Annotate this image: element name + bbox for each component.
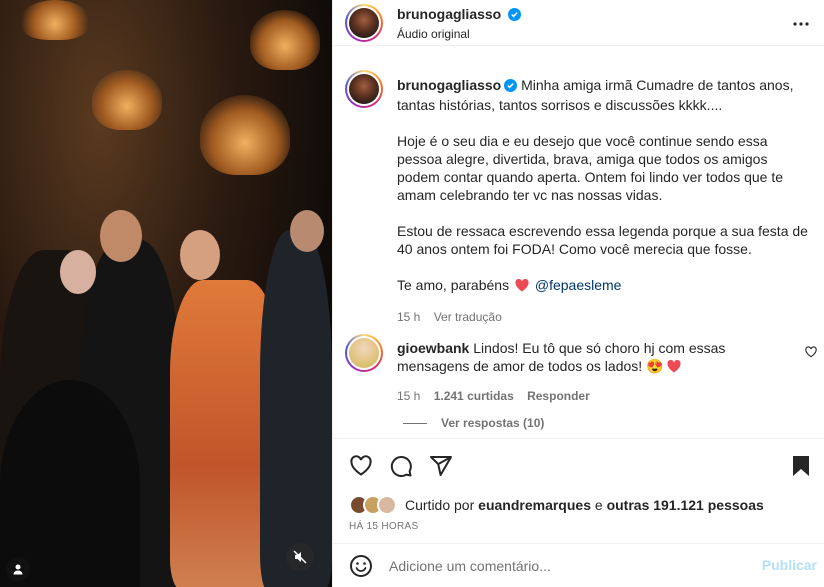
- comment-like-icon[interactable]: [805, 345, 819, 359]
- commenter-username[interactable]: gioewbank: [397, 340, 469, 356]
- caption-username[interactable]: brunogagliasso: [397, 77, 501, 93]
- audio-label[interactable]: Áudio original: [397, 27, 470, 41]
- post-caption: brunogagliasso Minha amiga irmã Cumadre …: [397, 76, 809, 326]
- share-icon[interactable]: [429, 454, 453, 478]
- author-avatar[interactable]: [345, 4, 383, 42]
- liked-by-text: Curtido por euandremarques e outras 191.…: [405, 497, 764, 513]
- see-translation-link[interactable]: Ver tradução: [434, 310, 502, 324]
- verified-icon: [504, 78, 518, 96]
- author-username[interactable]: brunogagliasso: [397, 6, 501, 22]
- liked-by-row: Curtido por euandremarques e outras 191.…: [349, 495, 764, 515]
- like-icon[interactable]: [349, 454, 373, 478]
- comment-time[interactable]: 15 h: [397, 389, 420, 403]
- face-decor: [180, 230, 220, 280]
- face-decor: [290, 210, 324, 252]
- comment-likes[interactable]: 1.241 curtidas: [434, 389, 514, 403]
- caption-author-avatar[interactable]: [345, 70, 383, 108]
- face-decor: [60, 250, 96, 294]
- post-header: brunogagliasso Áudio original: [333, 0, 824, 46]
- commenter-avatar[interactable]: [345, 334, 383, 372]
- crowd-figure: [0, 380, 140, 587]
- lamp-decor: [20, 0, 90, 40]
- reply-button[interactable]: Responder: [527, 389, 590, 403]
- post-media[interactable]: [0, 0, 332, 587]
- emoji-icon[interactable]: [349, 554, 373, 578]
- liked-by-prefix: Curtido por: [405, 497, 475, 513]
- user-tag-icon[interactable]: [6, 557, 30, 581]
- heart-emoji-icon: [515, 278, 529, 296]
- caption-paragraph-3: Estou de ressaca escrevendo essa legenda…: [397, 223, 808, 257]
- publish-button[interactable]: Publicar: [762, 557, 817, 573]
- liked-by-others[interactable]: outras 191.121 pessoas: [607, 497, 764, 513]
- mute-icon[interactable]: [286, 543, 314, 571]
- comment-item: gioewbank Lindos! Eu tô que só choro hj …: [397, 339, 777, 405]
- verified-icon: [508, 8, 522, 24]
- comment-icon[interactable]: [389, 454, 413, 478]
- view-replies-label[interactable]: Ver respostas (10): [441, 416, 544, 430]
- caption-paragraph-4: Te amo, parabéns @fepaesleme: [397, 276, 809, 296]
- lamp-decor: [250, 10, 320, 70]
- lamp-decor: [200, 95, 290, 175]
- replies-divider: [403, 422, 427, 424]
- comment-bar: Publicar: [333, 543, 824, 587]
- post-details-panel: brunogagliasso Áudio original brunogagli…: [332, 0, 824, 587]
- more-options-icon[interactable]: [791, 14, 811, 34]
- save-bookmark-icon[interactable]: [789, 454, 813, 478]
- liker-avatar[interactable]: [377, 495, 397, 515]
- mention-link[interactable]: @fepaesleme: [535, 277, 622, 293]
- liked-by-user[interactable]: euandremarques: [478, 497, 591, 513]
- caption-closing: Te amo, parabéns: [397, 277, 510, 293]
- post-actions: Curtido por euandremarques e outras 191.…: [333, 438, 824, 548]
- view-replies[interactable]: Ver respostas (10): [403, 416, 544, 430]
- post-timestamp[interactable]: HÁ 15 HORAS: [349, 521, 418, 532]
- liked-by-middle: e: [594, 497, 603, 513]
- comment-input[interactable]: [389, 556, 729, 576]
- heart-emoji-icon: [667, 359, 681, 377]
- face-decor: [100, 210, 142, 262]
- caption-time[interactable]: 15 h: [397, 310, 420, 324]
- crowd-figure: [260, 230, 332, 587]
- lamp-decor: [92, 70, 162, 130]
- caption-paragraph-2: Hoje é o seu dia e eu desejo que você co…: [397, 133, 784, 203]
